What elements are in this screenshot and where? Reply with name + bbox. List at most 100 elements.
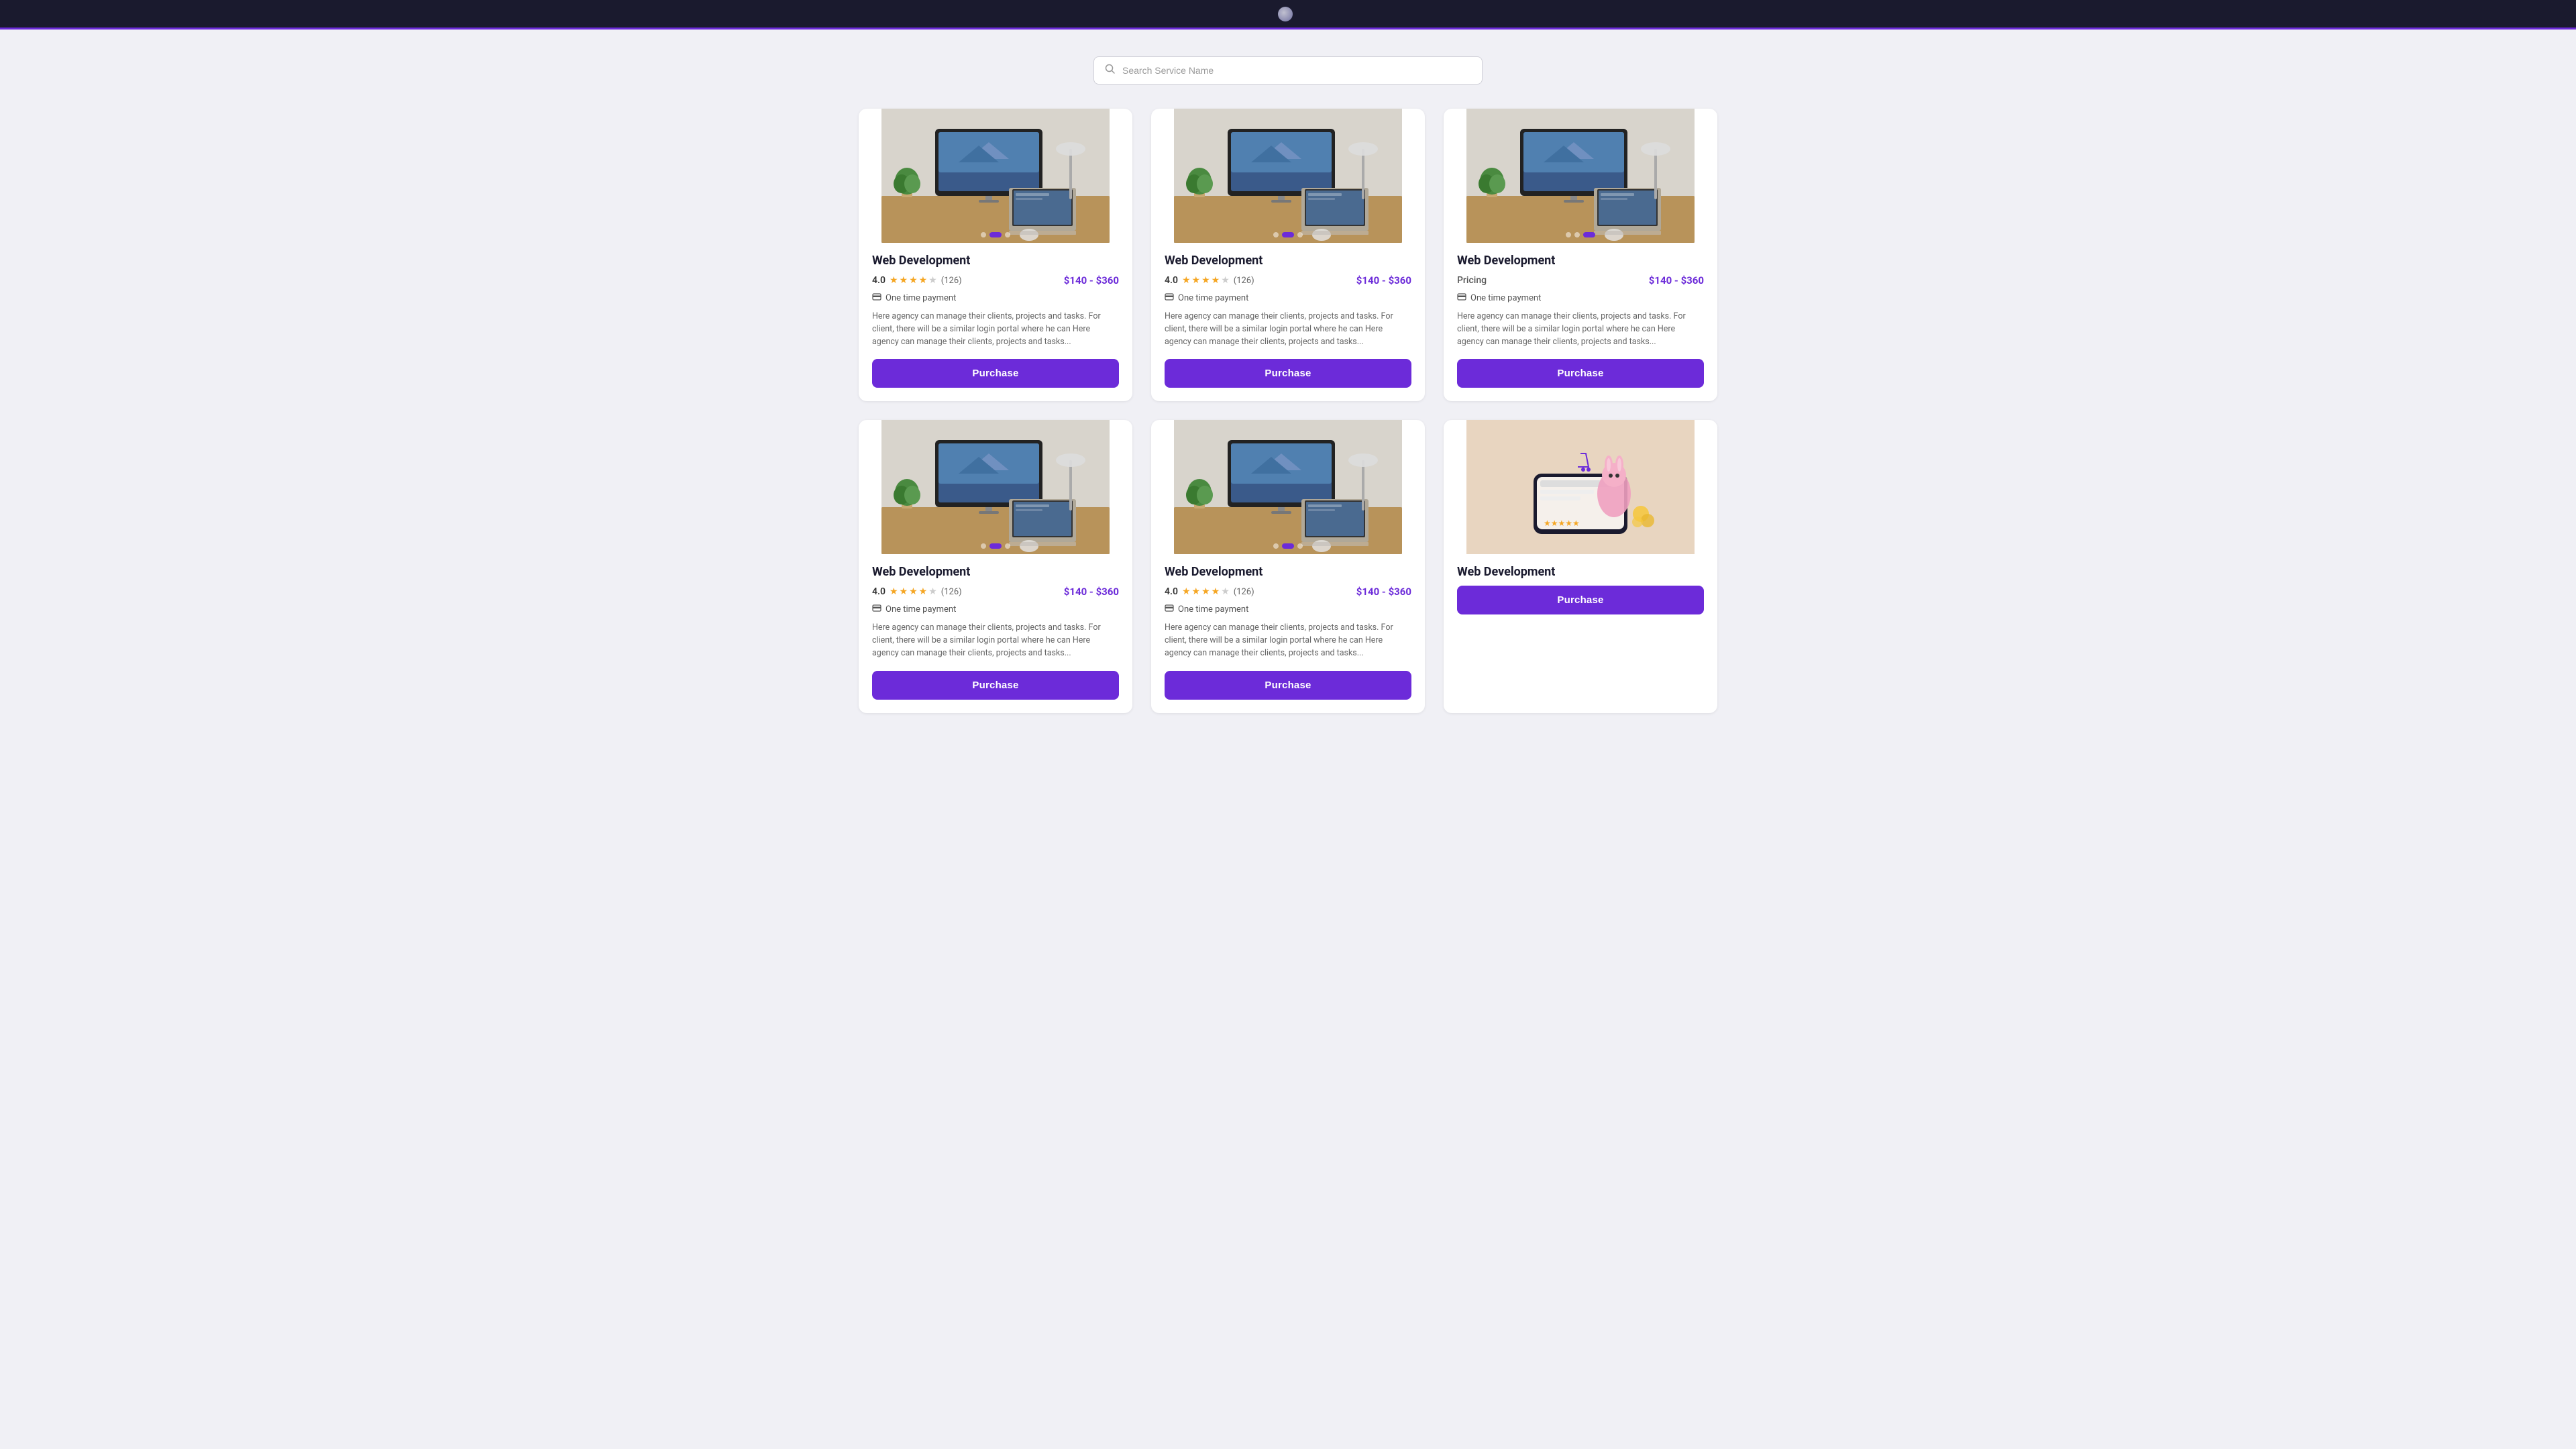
payment-type-label: One time payment — [885, 293, 956, 303]
dot[interactable] — [1566, 232, 1571, 237]
image-dots — [981, 232, 1010, 237]
star-filled: ★ — [919, 275, 928, 286]
rating-row: 4.0 ★★★★★ (126) — [1165, 275, 1254, 286]
dot[interactable] — [1297, 543, 1303, 549]
payment-type-label: One time payment — [1178, 293, 1248, 303]
search-box — [1093, 56, 1483, 85]
star-filled: ★ — [900, 586, 908, 597]
card-description: Here agency can manage their clients, pr… — [872, 311, 1119, 348]
card-image — [1151, 109, 1425, 243]
card-meta: 4.0 ★★★★★ (126) $140 - $360 — [872, 586, 1119, 598]
dot[interactable] — [1273, 232, 1279, 237]
card-body: Web Development 4.0 ★★★★★ (126) $140 - $… — [859, 554, 1132, 712]
star-filled: ★ — [1212, 275, 1220, 286]
star-empty: ★ — [928, 586, 937, 597]
cards-grid: Web Development 4.0 ★★★★★ (126) $140 - $… — [859, 109, 1717, 713]
app-logo — [1278, 7, 1293, 21]
card-meta: 4.0 ★★★★★ (126) $140 - $360 — [1165, 274, 1411, 286]
dot[interactable] — [1005, 543, 1010, 549]
card-image — [859, 420, 1132, 554]
card-card-1: Web Development 4.0 ★★★★★ (126) $140 - $… — [859, 109, 1132, 401]
card-meta: 4.0 ★★★★★ (126) $140 - $360 — [872, 274, 1119, 286]
card-description: Here agency can manage their clients, pr… — [1165, 311, 1411, 348]
stars: ★★★★★ — [890, 586, 937, 597]
purchase-button[interactable]: Purchase — [872, 359, 1119, 388]
payment-row: One time payment — [872, 603, 1119, 615]
payment-row: One time payment — [872, 292, 1119, 304]
search-input[interactable] — [1122, 65, 1471, 76]
dot[interactable] — [981, 543, 986, 549]
top-bar — [0, 0, 2576, 30]
stars: ★★★★★ — [1182, 275, 1230, 286]
review-count: (126) — [1234, 587, 1254, 597]
rating-number: 4.0 — [872, 275, 885, 286]
star-filled: ★ — [1192, 586, 1201, 597]
card-image — [1151, 420, 1425, 554]
star-filled: ★ — [1182, 586, 1191, 597]
card-image — [1444, 109, 1717, 243]
star-filled: ★ — [919, 586, 928, 597]
dot[interactable] — [1005, 232, 1010, 237]
dot[interactable] — [1583, 232, 1595, 237]
dot[interactable] — [1282, 232, 1294, 237]
payment-icon — [1165, 603, 1174, 615]
payment-row: One time payment — [1165, 603, 1411, 615]
dot[interactable] — [989, 232, 1002, 237]
payment-icon — [872, 292, 881, 304]
dot[interactable] — [1273, 543, 1279, 549]
dot[interactable] — [989, 543, 1002, 549]
card-description: Here agency can manage their clients, pr… — [1457, 311, 1704, 348]
star-filled: ★ — [890, 586, 898, 597]
price: $140 - $360 — [1064, 274, 1119, 286]
card-meta: Pricing $140 - $360 — [1457, 274, 1704, 286]
purchase-button[interactable]: Purchase — [1165, 671, 1411, 700]
rating-row: 4.0 ★★★★★ (126) — [872, 275, 962, 286]
search-icon — [1105, 64, 1116, 77]
card-body: Web Development Pricing $140 - $360 One … — [1444, 243, 1717, 401]
purchase-button[interactable]: Purchase — [872, 671, 1119, 700]
card-card-4: Web Development 4.0 ★★★★★ (126) $140 - $… — [859, 420, 1132, 712]
card-image: ★★★★★ — [1444, 420, 1717, 554]
payment-type-label: One time payment — [1178, 604, 1248, 614]
purchase-button[interactable]: Purchase — [1165, 359, 1411, 388]
dot[interactable] — [1297, 232, 1303, 237]
pricing-label: Pricing — [1457, 275, 1487, 286]
dot[interactable] — [1282, 543, 1294, 549]
card-card-2: Web Development 4.0 ★★★★★ (126) $140 - $… — [1151, 109, 1425, 401]
payment-type-label: One time payment — [885, 604, 956, 614]
card-title: Web Development — [1457, 254, 1704, 268]
star-empty: ★ — [1221, 275, 1230, 286]
purchase-button[interactable]: Purchase — [1457, 586, 1704, 614]
image-dots — [1273, 232, 1303, 237]
card-card-3: Web Development Pricing $140 - $360 One … — [1444, 109, 1717, 401]
review-count: (126) — [941, 276, 962, 286]
star-filled: ★ — [1182, 275, 1191, 286]
image-dots — [981, 543, 1010, 549]
card-title: Web Development — [1457, 565, 1704, 579]
image-dots — [1566, 232, 1595, 237]
card-body: Web Development Purchase — [1444, 554, 1717, 712]
image-dots — [1273, 543, 1303, 549]
dot[interactable] — [1574, 232, 1580, 237]
payment-icon — [872, 603, 881, 615]
star-filled: ★ — [890, 275, 898, 286]
search-container — [859, 56, 1717, 85]
card-image — [859, 109, 1132, 243]
payment-row: One time payment — [1165, 292, 1411, 304]
price: $140 - $360 — [1064, 586, 1119, 598]
rating-number: 4.0 — [872, 586, 885, 597]
card-body: Web Development 4.0 ★★★★★ (126) $140 - $… — [1151, 554, 1425, 712]
dot[interactable] — [981, 232, 986, 237]
rating-row: 4.0 ★★★★★ (126) — [1165, 586, 1254, 597]
purchase-button[interactable]: Purchase — [1457, 359, 1704, 388]
card-title: Web Development — [1165, 254, 1411, 268]
rating-row: 4.0 ★★★★★ (126) — [872, 586, 962, 597]
star-filled: ★ — [1201, 586, 1210, 597]
rating-number: 4.0 — [1165, 275, 1178, 286]
star-empty: ★ — [928, 275, 937, 286]
review-count: (126) — [1234, 276, 1254, 286]
review-count: (126) — [941, 587, 962, 597]
price: $140 - $360 — [1649, 274, 1704, 286]
price: $140 - $360 — [1356, 586, 1411, 598]
card-card-6: ★★★★★ Web Development Purchase — [1444, 420, 1717, 712]
